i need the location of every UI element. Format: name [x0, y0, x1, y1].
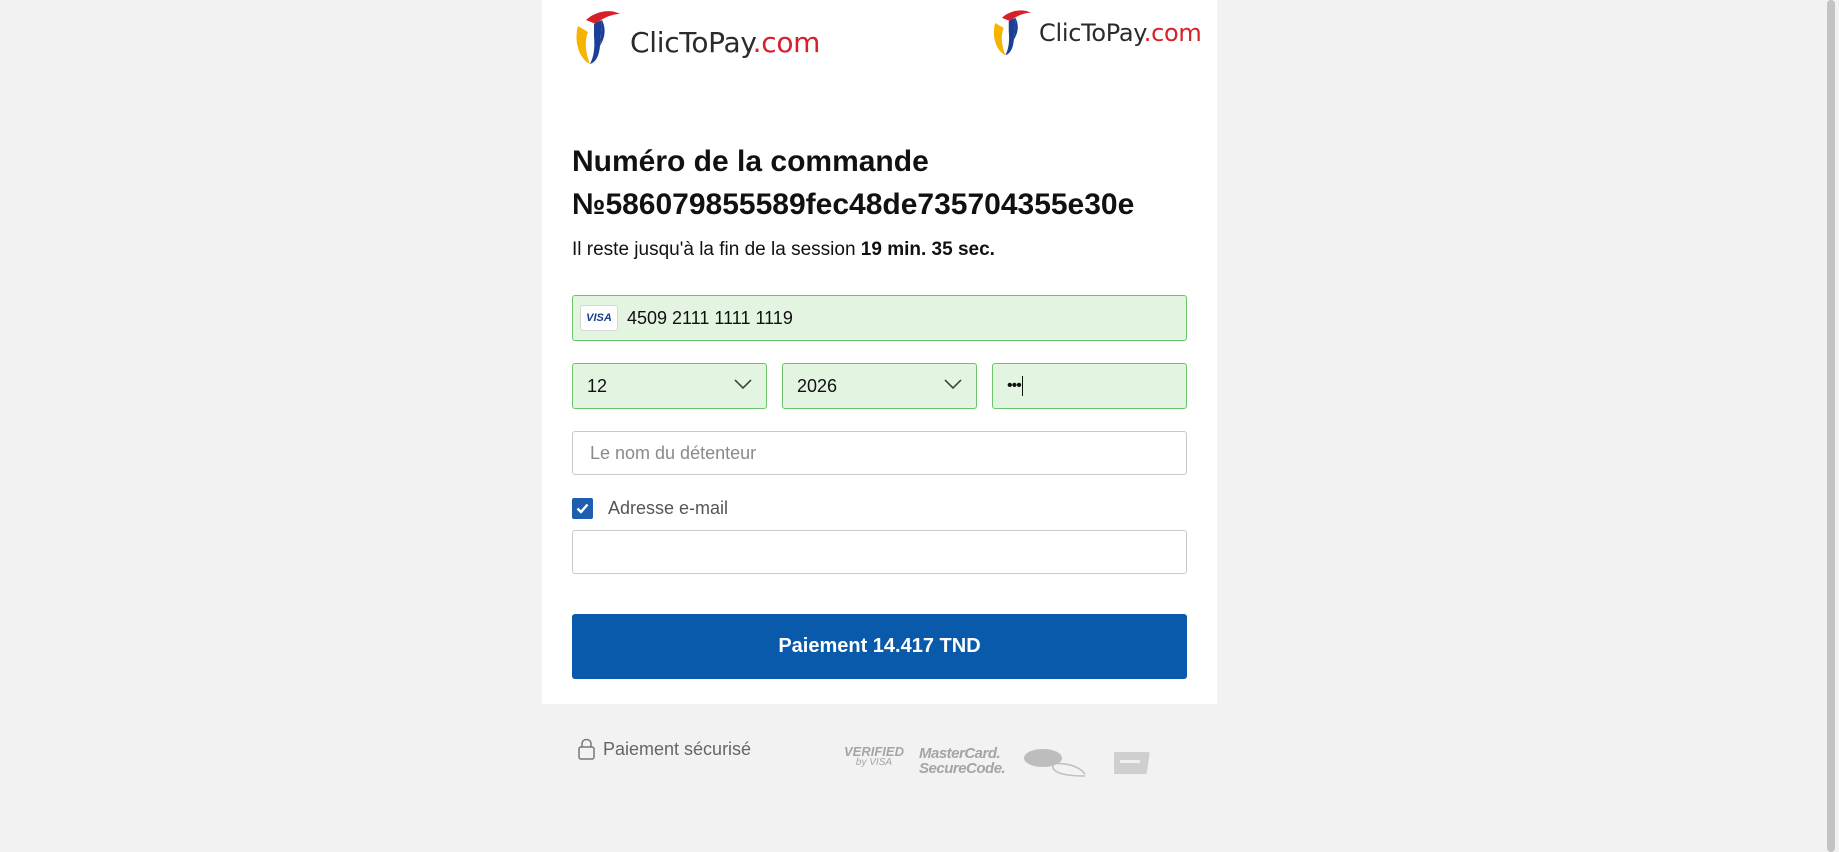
pay-button[interactable]: Paiement 14.417 TND [572, 614, 1187, 679]
mir-accept-logo-icon [1024, 749, 1086, 777]
email-checkbox-row[interactable]: Adresse e-mail [572, 498, 728, 519]
securecode-text: SecureCode. [919, 760, 1006, 777]
secure-payment-label: Paiement sécurisé [603, 738, 752, 759]
cardholder-name-field[interactable] [572, 431, 1187, 475]
chevron-down-icon [734, 379, 752, 390]
order-title: Numéro de la commande №586079855589fec48… [572, 140, 1192, 226]
chevron-down-icon [944, 379, 962, 390]
email-input[interactable] [588, 540, 1186, 564]
secure-payment-notice: Paiement sécurisé [578, 738, 751, 760]
logo-domain-text: .com [1143, 19, 1202, 47]
expiry-month-value: 12 [587, 375, 608, 396]
text-cursor [1021, 376, 1023, 396]
logo-brand-text: ClicToPay [630, 25, 753, 59]
cvv-input[interactable]: ••• [992, 363, 1187, 409]
mastercard-text: MasterCard. [919, 745, 1001, 762]
card-number-value: 4509 2111 1111 1119 [627, 307, 793, 328]
expiry-year-select[interactable]: 2026 [782, 363, 977, 409]
session-timer-value: 19 min. 35 sec. [860, 239, 995, 260]
page-scrollbar[interactable] [1822, 0, 1839, 852]
expiry-month-select[interactable]: 12 [572, 363, 767, 409]
mastercard-securecode-logo: MasterCard. SecureCode. [919, 745, 1006, 777]
clictopay-logo-secondary: ClicToPay.com [990, 6, 1202, 62]
checkmark-icon [576, 503, 589, 514]
verified-by-visa-logo: VERIFIED by VISA [844, 744, 904, 768]
payment-card [542, 0, 1217, 704]
card-number-input[interactable]: VISA 4509 2111 1111 1119 [572, 295, 1187, 341]
clictopay-logo-icon [576, 11, 620, 64]
clictopay-logo: ClicToPay.com [572, 6, 820, 72]
clictopay-logo-icon [993, 10, 1031, 56]
verified-by-visa-text: VERIFIED [844, 744, 904, 759]
order-number: №586079855589fec48de735704355e30e [572, 188, 1135, 221]
visa-icon: VISA [580, 305, 618, 331]
cvv-value: ••• [1007, 377, 1022, 394]
cardholder-name-input[interactable] [588, 441, 1186, 465]
email-checkbox[interactable] [572, 498, 593, 519]
expiry-year-value: 2026 [797, 375, 838, 396]
logo-domain-text: .com [752, 25, 821, 59]
lock-icon [578, 738, 595, 760]
unionpay-logo-icon [1114, 752, 1150, 774]
session-timer: Il reste jusqu'à la fin de la session 19… [572, 239, 995, 261]
email-field[interactable] [572, 530, 1187, 574]
order-title-label: Numéro de la commande [572, 145, 929, 178]
scrollbar-thumb[interactable] [1827, 0, 1835, 852]
logo-brand-text: ClicToPay [1039, 19, 1144, 47]
session-timer-label: Il reste jusqu'à la fin de la session [572, 239, 856, 260]
email-checkbox-label: Adresse e-mail [608, 498, 729, 518]
